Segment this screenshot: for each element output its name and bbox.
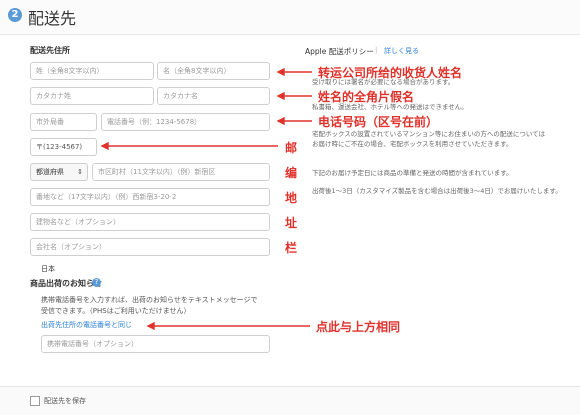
annotation-name: 转运公司所给的收货人姓名 bbox=[318, 66, 463, 80]
annotation-postal-1: 编 bbox=[285, 166, 298, 180]
annotation-postal-0: 邮 bbox=[285, 141, 298, 155]
annotation-phone: 电话号码（区号在前） bbox=[318, 115, 439, 129]
annotation-kana: 姓名的全角片假名 bbox=[318, 90, 415, 104]
annotation-postal-3: 址 bbox=[285, 216, 298, 230]
save-address-label[interactable]: 配送先を保存 bbox=[44, 396, 86, 406]
save-address-checkbox[interactable] bbox=[30, 396, 40, 406]
annotation-same-as-above: 点此与上方相同 bbox=[316, 320, 401, 334]
footer-bar bbox=[0, 386, 580, 415]
annotation-postal-4: 栏 bbox=[285, 241, 298, 255]
annotation-postal-2: 地 bbox=[285, 191, 298, 205]
annotation-arrows bbox=[100, 67, 312, 331]
